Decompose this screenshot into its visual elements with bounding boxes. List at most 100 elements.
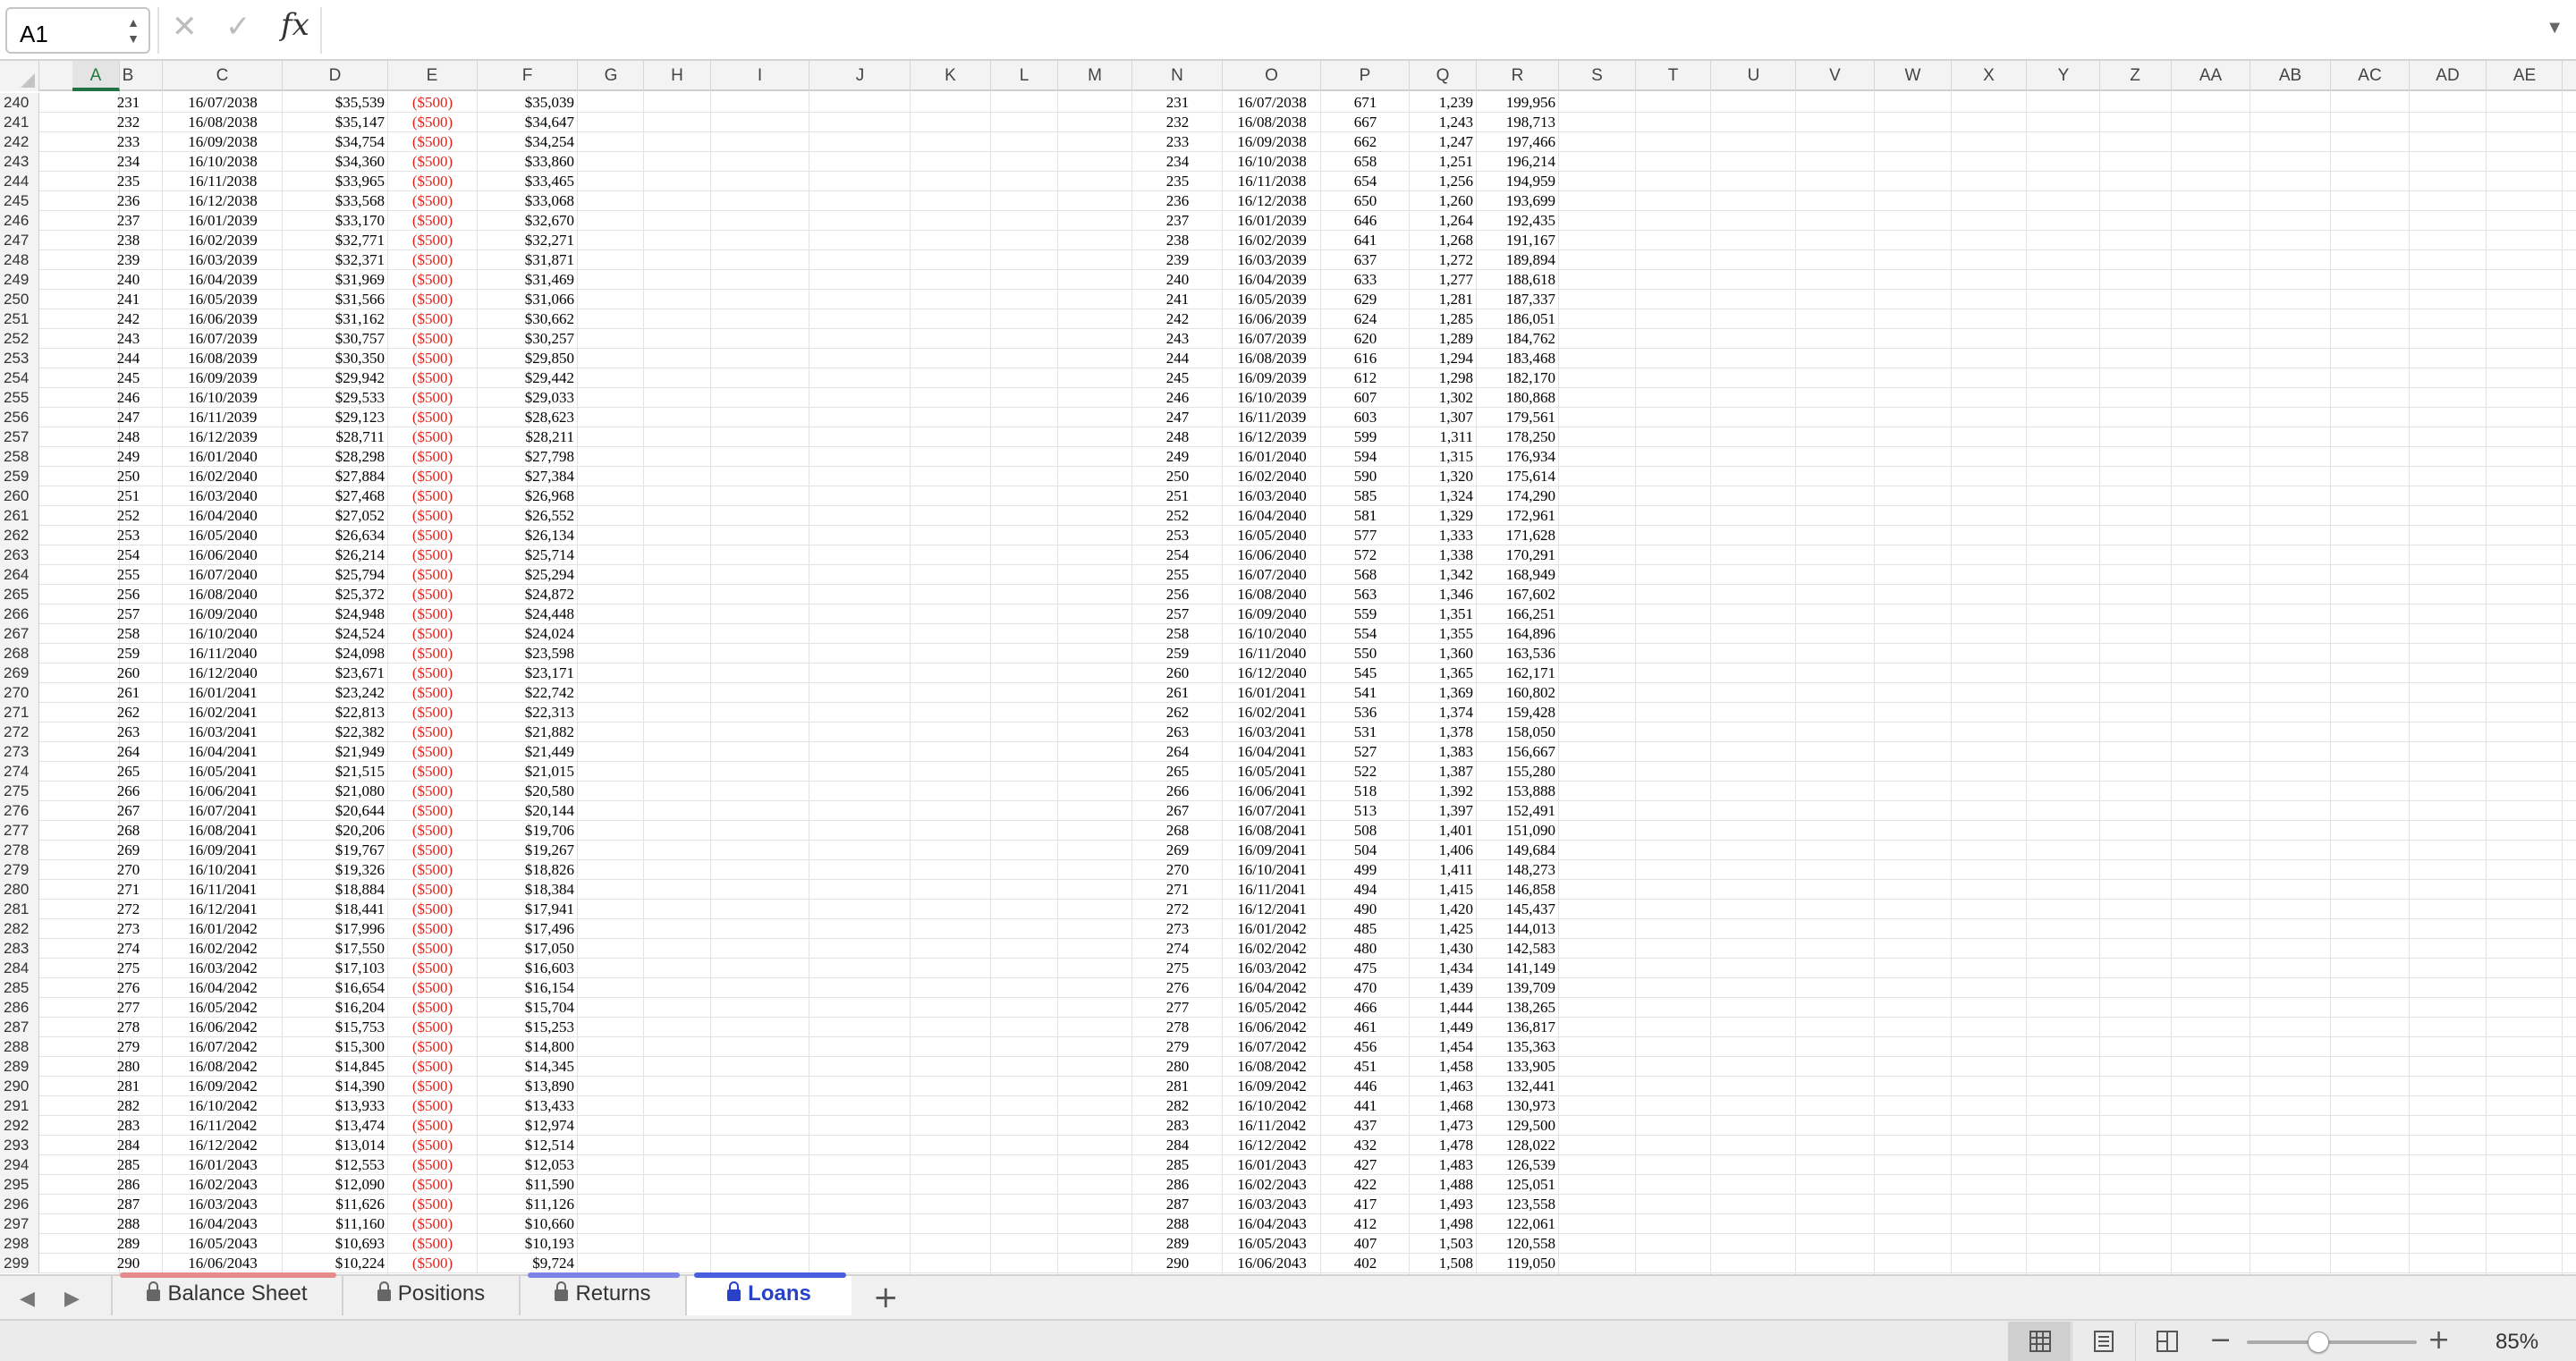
row-header[interactable]: 256	[0, 408, 39, 427]
cell-r[interactable]: 144,013	[1477, 919, 1559, 939]
cell-n[interactable]: 282	[1132, 1096, 1223, 1116]
cell-b[interactable]: 288	[94, 1214, 163, 1234]
column-header-ad[interactable]: AD	[2410, 61, 2487, 91]
cell-o[interactable]: 16/06/2040	[1223, 545, 1321, 565]
column-header-p[interactable]: P	[1321, 61, 1410, 91]
cell-c[interactable]: 16/12/2038	[163, 191, 283, 211]
cell-b[interactable]: 262	[94, 703, 163, 723]
cell-p[interactable]: 572	[1321, 545, 1410, 565]
row-header[interactable]: 255	[0, 388, 39, 408]
cell-c[interactable]: 16/10/2041	[163, 860, 283, 880]
cell-d[interactable]: $29,123	[283, 408, 388, 427]
cell-r[interactable]: 180,868	[1477, 388, 1559, 408]
cell-b[interactable]: 269	[94, 841, 163, 860]
cell-f[interactable]: $31,066	[478, 290, 578, 309]
cell-o[interactable]: 16/06/2039	[1223, 309, 1321, 329]
zoom-level[interactable]: 85%	[2496, 1330, 2538, 1355]
cell-p[interactable]: 646	[1321, 211, 1410, 231]
insert-function-icon[interactable]: fx	[281, 7, 309, 43]
cell-d[interactable]: $31,566	[283, 290, 388, 309]
cell-b[interactable]: 238	[94, 231, 163, 250]
cell-o[interactable]: 16/07/2041	[1223, 801, 1321, 821]
cell-c[interactable]: 16/11/2038	[163, 172, 283, 191]
cell-p[interactable]: 513	[1321, 801, 1410, 821]
row-header[interactable]: 258	[0, 447, 39, 467]
cell-b[interactable]: 256	[94, 585, 163, 604]
cell-b[interactable]: 266	[94, 782, 163, 801]
cell-r[interactable]: 178,250	[1477, 427, 1559, 447]
cell-q[interactable]: 1,374	[1410, 703, 1477, 723]
cell-e[interactable]: ($500)	[387, 1234, 478, 1254]
cell-n[interactable]: 265	[1132, 762, 1223, 782]
cell-p[interactable]: 585	[1321, 486, 1410, 506]
cell-q[interactable]: 1,264	[1410, 211, 1477, 231]
cell-p[interactable]: 590	[1321, 467, 1410, 486]
cell-e[interactable]: ($500)	[387, 762, 478, 782]
cell-d[interactable]: $26,634	[283, 526, 388, 545]
cell-c[interactable]: 16/07/2041	[163, 801, 283, 821]
row-header[interactable]: 293	[0, 1136, 39, 1155]
cell-p[interactable]: 637	[1321, 250, 1410, 270]
cell-r[interactable]: 172,961	[1477, 506, 1559, 526]
cell-f[interactable]: $10,193	[478, 1234, 578, 1254]
cell-e[interactable]: ($500)	[387, 1057, 478, 1077]
cell-r[interactable]: 179,561	[1477, 408, 1559, 427]
cell-f[interactable]: $24,872	[478, 585, 578, 604]
row-header[interactable]: 274	[0, 762, 39, 782]
cell-c[interactable]: 16/12/2040	[163, 664, 283, 683]
cell-r[interactable]: 122,061	[1477, 1214, 1559, 1234]
cell-n[interactable]: 289	[1132, 1234, 1223, 1254]
cell-d[interactable]: $34,360	[283, 152, 388, 172]
cell-c[interactable]: 16/08/2042	[163, 1057, 283, 1077]
cell-d[interactable]: $14,845	[283, 1057, 388, 1077]
cell-c[interactable]: 16/10/2039	[163, 388, 283, 408]
cell-b[interactable]: 273	[94, 919, 163, 939]
cell-f[interactable]: $24,448	[478, 604, 578, 624]
cell-n[interactable]: 271	[1132, 880, 1223, 900]
cell-q[interactable]: 1,498	[1410, 1214, 1477, 1234]
cell-q[interactable]: 1,444	[1410, 998, 1477, 1018]
row-header[interactable]: 242	[0, 132, 39, 152]
cell-c[interactable]: 16/11/2040	[163, 644, 283, 664]
cell-b[interactable]: 248	[94, 427, 163, 447]
cell-c[interactable]: 16/07/2040	[163, 565, 283, 585]
cell-c[interactable]: 16/07/2038	[163, 93, 283, 113]
cell-e[interactable]: ($500)	[387, 388, 478, 408]
cell-o[interactable]: 16/09/2038	[1223, 132, 1321, 152]
cell-p[interactable]: 671	[1321, 93, 1410, 113]
row-header[interactable]: 281	[0, 900, 39, 919]
cell-n[interactable]: 275	[1132, 959, 1223, 978]
cell-c[interactable]: 16/02/2041	[163, 703, 283, 723]
cell-f[interactable]: $25,714	[478, 545, 578, 565]
cell-p[interactable]: 522	[1321, 762, 1410, 782]
cell-e[interactable]: ($500)	[387, 801, 478, 821]
cell-f[interactable]: $28,623	[478, 408, 578, 427]
cell-n[interactable]: 231	[1132, 93, 1223, 113]
cell-o[interactable]: 16/08/2042	[1223, 1057, 1321, 1077]
cell-b[interactable]: 253	[94, 526, 163, 545]
cell-n[interactable]: 276	[1132, 978, 1223, 998]
cell-n[interactable]: 270	[1132, 860, 1223, 880]
cell-r[interactable]: 184,762	[1477, 329, 1559, 349]
row-header[interactable]: 292	[0, 1116, 39, 1136]
cell-q[interactable]: 1,411	[1410, 860, 1477, 880]
cell-n[interactable]: 235	[1132, 172, 1223, 191]
cell-c[interactable]: 16/10/2038	[163, 152, 283, 172]
cell-o[interactable]: 16/01/2043	[1223, 1155, 1321, 1175]
cell-b[interactable]: 271	[94, 880, 163, 900]
cell-r[interactable]: 197,466	[1477, 132, 1559, 152]
cell-n[interactable]: 248	[1132, 427, 1223, 447]
cell-d[interactable]: $12,553	[283, 1155, 388, 1175]
cell-c[interactable]: 16/01/2039	[163, 211, 283, 231]
cell-q[interactable]: 1,355	[1410, 624, 1477, 644]
cell-d[interactable]: $17,550	[283, 939, 388, 959]
column-header-j[interactable]: J	[810, 61, 911, 91]
cell-o[interactable]: 16/01/2040	[1223, 447, 1321, 467]
cell-e[interactable]: ($500)	[387, 998, 478, 1018]
cell-b[interactable]: 252	[94, 506, 163, 526]
cell-n[interactable]: 243	[1132, 329, 1223, 349]
cell-p[interactable]: 494	[1321, 880, 1410, 900]
cell-n[interactable]: 261	[1132, 683, 1223, 703]
cell-e[interactable]: ($500)	[387, 152, 478, 172]
cell-n[interactable]: 269	[1132, 841, 1223, 860]
